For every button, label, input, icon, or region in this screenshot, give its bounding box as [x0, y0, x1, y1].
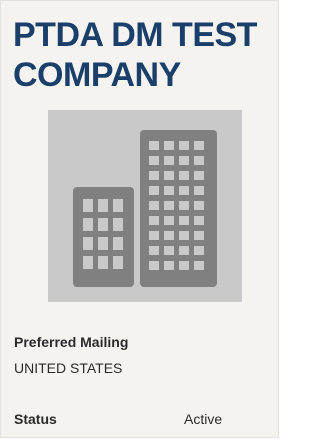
- preferred-mailing-value: UNITED STATES: [14, 360, 123, 376]
- building-icon: [73, 130, 217, 287]
- company-name: PTDA DM TEST COMPANY: [13, 16, 257, 94]
- preferred-mailing-label: Preferred Mailing: [14, 334, 129, 350]
- status-value: Active: [184, 411, 223, 427]
- company-card: PTDA DM TEST COMPANY Preferred Mailing U…: [0, 0, 279, 438]
- company-logo-placeholder: [48, 110, 242, 302]
- status-label: Status: [14, 411, 57, 427]
